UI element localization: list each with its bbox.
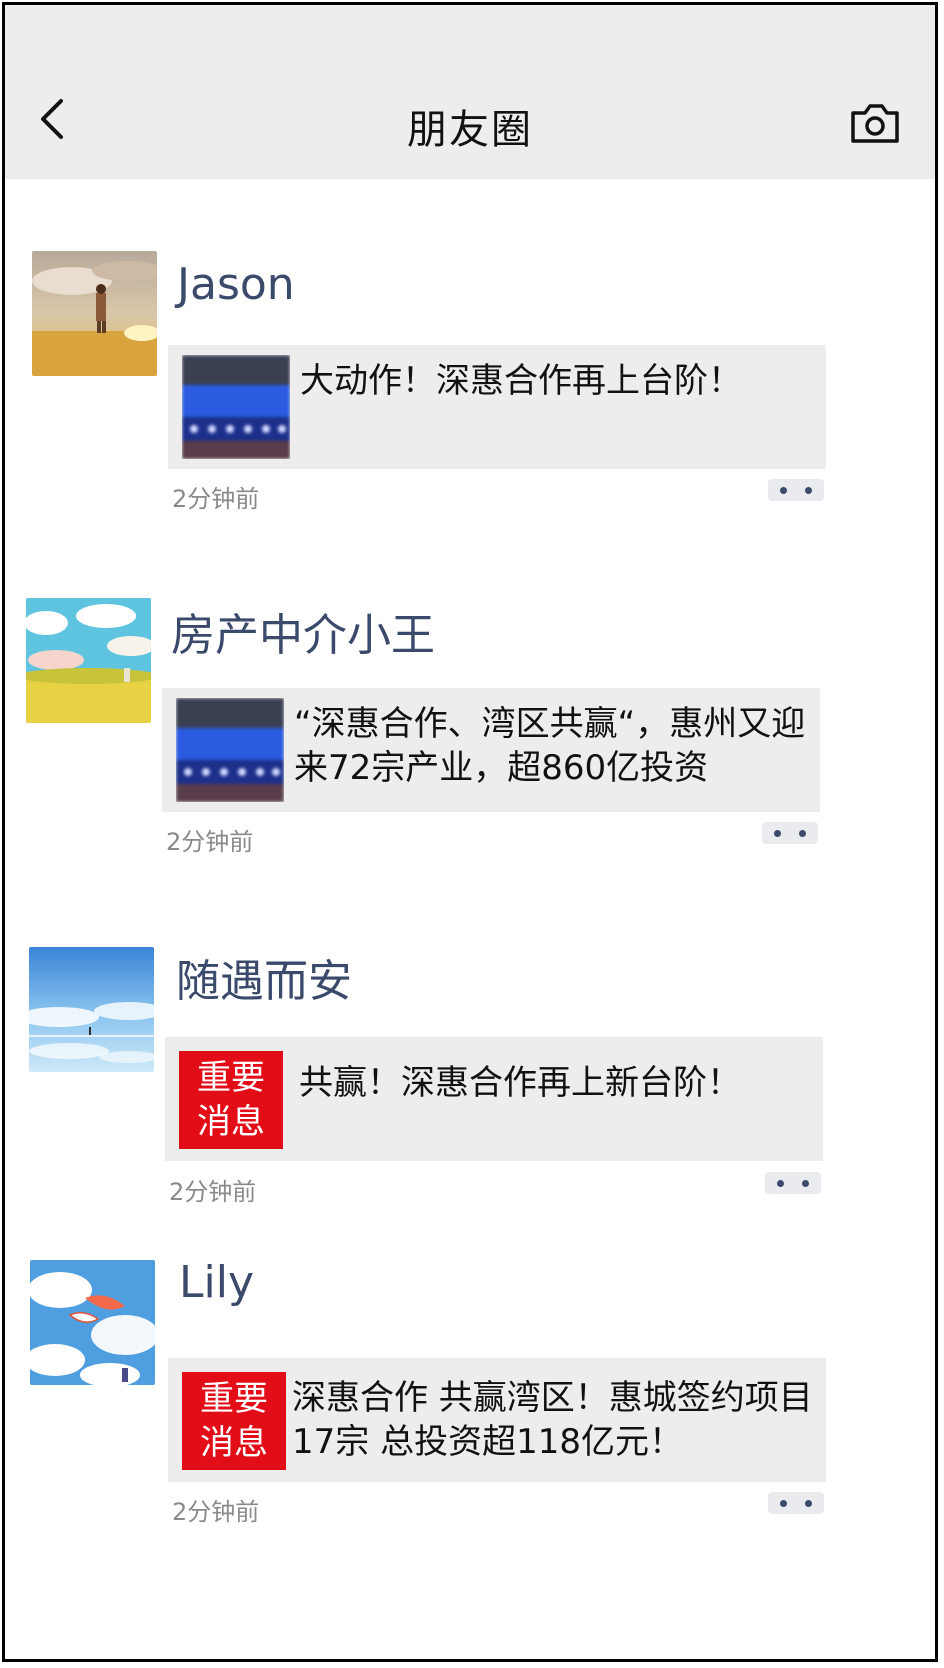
more-actions-button[interactable] [768, 1492, 824, 1514]
post-username[interactable]: 随遇而安 [176, 945, 352, 1009]
post-username[interactable]: 房产中介小王 [171, 599, 435, 663]
important-news-badge: 重要 消息 [182, 1372, 286, 1470]
post-username[interactable]: Lily [179, 1257, 254, 1308]
post-time: 2分钟前 [172, 485, 260, 513]
dot-icon [799, 830, 806, 837]
more-actions-button[interactable] [762, 822, 818, 844]
more-actions-button[interactable] [765, 1172, 821, 1194]
top-bar: 朋友圈 [5, 5, 935, 179]
badge-line: 重要 [200, 1379, 268, 1419]
article-title: 共赢！深惠合作再上新台阶！ [299, 1063, 741, 1103]
badge-line: 重要 [197, 1058, 265, 1098]
avatar-koi-in-clouds-image [30, 1260, 155, 1385]
dot-icon [777, 1180, 784, 1187]
shared-article-card[interactable]: 重要 消息 深惠合作 共赢湾区！惠城签约项目17宗 总投资超118亿元！ [168, 1358, 826, 1482]
avatar-sunny-meadow-image [26, 598, 151, 723]
article-title: 大动作！深惠合作再上台阶！ [300, 361, 742, 401]
badge-line: 消息 [197, 1102, 265, 1142]
avatar[interactable] [30, 1260, 155, 1385]
shared-article-card[interactable]: “深惠合作、湾区共赢“，惠州又迎来72宗产业，超860亿投资 [162, 688, 820, 812]
shared-article-card[interactable]: 重要 消息 共赢！深惠合作再上新台阶！ [165, 1037, 823, 1161]
avatar[interactable] [32, 251, 157, 376]
dot-icon [780, 1500, 787, 1507]
camera-button[interactable] [849, 101, 901, 147]
dot-icon [774, 830, 781, 837]
moments-screen: 朋友圈 Jason 大动作！深惠合作再上台阶！ 2分钟前 房产中介小王 “深惠合… [2, 2, 938, 1662]
important-news-badge: 重要 消息 [179, 1051, 283, 1149]
post-time: 2分钟前 [169, 1178, 257, 1206]
article-title: “深惠合作、湾区共赢“，惠州又迎来72宗产业，超860亿投资 [294, 704, 806, 788]
post-time: 2分钟前 [166, 828, 254, 856]
dot-icon [805, 487, 812, 494]
more-actions-button[interactable] [768, 479, 824, 501]
shared-article-card[interactable]: 大动作！深惠合作再上台阶！ [168, 345, 826, 469]
avatar[interactable] [26, 598, 151, 723]
article-title: 深惠合作 共赢湾区！惠城签约项目17宗 总投资超118亿元！ [292, 1378, 813, 1462]
article-thumbnail [176, 698, 284, 802]
post-username[interactable]: Jason [177, 259, 295, 310]
page-title: 朋友圈 [407, 107, 533, 153]
dot-icon [802, 1180, 809, 1187]
badge-line: 消息 [200, 1423, 268, 1463]
post-time: 2分钟前 [172, 1498, 260, 1526]
avatar[interactable] [29, 947, 154, 1072]
avatar-sky-reflection-image [29, 947, 154, 1072]
avatar-girl-in-golden-field-image [32, 251, 157, 376]
camera-icon [851, 104, 899, 143]
article-thumbnail [182, 355, 290, 459]
dot-icon [780, 487, 787, 494]
dot-icon [805, 1500, 812, 1507]
